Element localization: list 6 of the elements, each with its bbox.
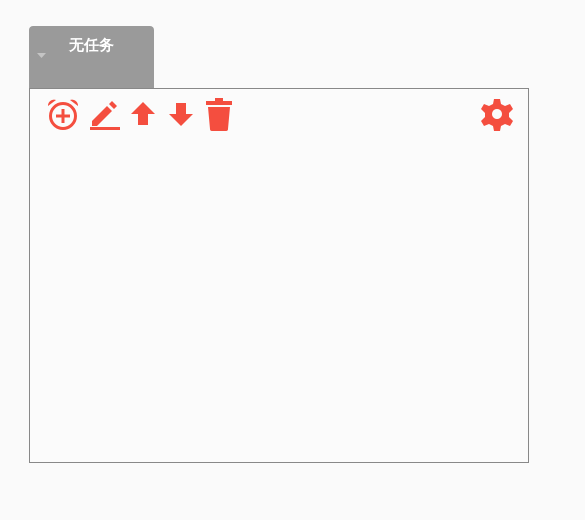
caret-icon	[37, 53, 46, 58]
add-alarm-icon[interactable]	[46, 97, 80, 131]
edit-icon[interactable]	[88, 98, 120, 130]
task-tab[interactable]: 无任务	[29, 26, 154, 88]
trash-icon[interactable]	[204, 97, 234, 131]
settings-icon[interactable]	[480, 97, 514, 131]
